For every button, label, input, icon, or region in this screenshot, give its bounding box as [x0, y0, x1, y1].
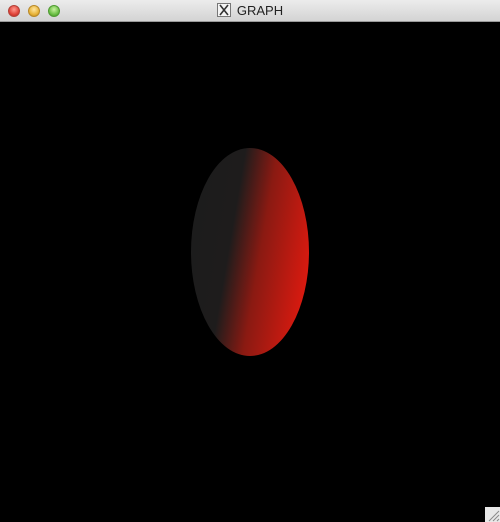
resize-grip[interactable] — [485, 507, 500, 522]
title-bar[interactable]: GRAPH — [0, 0, 500, 22]
window-title-area: GRAPH — [0, 3, 500, 18]
resize-grip-icon — [488, 510, 500, 522]
x11-icon — [216, 3, 231, 17]
window-title: GRAPH — [236, 3, 284, 18]
graph-window: GRAPH — [0, 0, 500, 522]
shaded-ellipsoid — [191, 148, 309, 356]
graph-canvas[interactable] — [0, 22, 500, 522]
scene-svg — [191, 148, 309, 356]
